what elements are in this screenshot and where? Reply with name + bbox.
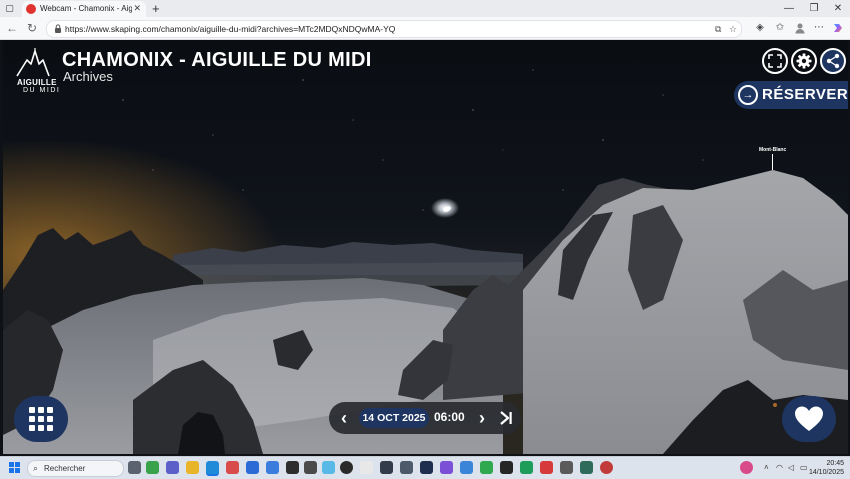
taskbar-search[interactable]: ⌕ Rechercher xyxy=(27,460,124,477)
more-options-icon[interactable]: ⋯ xyxy=(811,20,827,36)
back-arrow-icon[interactable]: ← xyxy=(4,20,20,36)
copilot-icon[interactable] xyxy=(830,20,846,36)
close-window-button[interactable]: ✕ xyxy=(826,0,850,17)
copilot-shield-icon[interactable]: ◈ xyxy=(752,20,768,36)
aiguille-du-midi-logo[interactable]: AIGUILLE DU MIDI xyxy=(13,48,59,94)
address-url: https://www.skaping.com/chamonix/aiguill… xyxy=(65,24,396,34)
app-icon-22[interactable] xyxy=(560,461,573,474)
app-icon-18[interactable] xyxy=(480,461,493,474)
app-icon-12[interactable] xyxy=(360,461,373,474)
browser-title-bar: ▢ Webcam - Chamonix - Aiguille du Midi ✕… xyxy=(0,0,850,17)
photoshop-icon[interactable] xyxy=(420,461,433,474)
taskbar-search-placeholder: Rechercher xyxy=(44,464,86,473)
heart-icon xyxy=(795,406,823,431)
clock-app-icon[interactable] xyxy=(340,461,353,474)
app-icon-10[interactable] xyxy=(322,461,335,474)
show-hidden-icons-chevron-icon[interactable]: ˄ xyxy=(764,461,769,474)
poi-marker-line xyxy=(772,154,773,170)
taskbar-clock-date[interactable]: 14/10/2025 xyxy=(809,468,844,477)
skaping-favicon-icon xyxy=(26,4,36,14)
address-bar[interactable]: https://www.skaping.com/chamonix/aiguill… xyxy=(46,20,742,38)
app-icon-24[interactable] xyxy=(600,461,613,474)
favorites-icon[interactable]: ✩ xyxy=(772,20,788,36)
lock-icon xyxy=(55,24,61,33)
reserve-label: RÉSERVER xyxy=(762,86,848,103)
battery-icon[interactable]: ▭ xyxy=(800,461,808,474)
edge-browser-icon[interactable] xyxy=(206,461,219,476)
app-icon-17[interactable] xyxy=(460,461,473,474)
panorama-image[interactable] xyxy=(3,40,848,454)
app-icon-21[interactable] xyxy=(540,461,553,474)
fullscreen-icon xyxy=(768,54,782,68)
webcam-grid-button[interactable] xyxy=(14,396,68,442)
restore-button[interactable]: ❐ xyxy=(802,0,826,17)
open-in-app-icon[interactable]: ⧉ xyxy=(715,23,721,35)
favorite-star-icon[interactable]: ☆ xyxy=(729,23,737,35)
start-button[interactable] xyxy=(9,462,21,474)
logo-text-line2: DU MIDI xyxy=(23,87,61,94)
gear-icon xyxy=(796,53,812,69)
mountain-logo-icon xyxy=(16,48,50,77)
user-avatar-icon[interactable] xyxy=(740,461,753,474)
grid-icon xyxy=(29,407,53,431)
fullscreen-button[interactable] xyxy=(762,48,788,74)
store-icon[interactable] xyxy=(226,461,239,474)
archive-navigation: ‹ 14 OCT 2025 06:00 › xyxy=(329,402,521,434)
profile-avatar-icon[interactable] xyxy=(792,20,808,36)
settings-button[interactable] xyxy=(791,48,817,74)
sb-app-icon[interactable] xyxy=(304,461,317,474)
next-archive-button[interactable]: › xyxy=(473,406,491,430)
mail-icon[interactable] xyxy=(246,461,259,474)
reserve-button[interactable]: → RÉSERVER xyxy=(734,81,848,109)
search-icon: ⌕ xyxy=(33,463,39,473)
skip-to-latest-icon[interactable] xyxy=(499,409,513,427)
new-tab-button[interactable]: + xyxy=(152,0,160,17)
screenshot-icon[interactable] xyxy=(400,461,413,474)
app-icon-20[interactable] xyxy=(520,461,533,474)
wifi-icon[interactable]: ◠ xyxy=(776,461,783,474)
tab-actions-icon[interactable]: ▢ xyxy=(4,3,15,14)
windows-taskbar: ⌕ Rechercher ˄ ◠ ◁ ▭ 20:45 14/10/2025 xyxy=(0,456,850,479)
volume-icon[interactable]: ◁ xyxy=(788,461,794,474)
app-icon-23[interactable] xyxy=(580,461,593,474)
arrow-right-circle-icon: → xyxy=(738,85,758,105)
tab-title: Webcam - Chamonix - Aiguille du Midi xyxy=(40,4,132,13)
task-view-icon[interactable] xyxy=(128,461,141,474)
favorite-button[interactable] xyxy=(782,396,836,442)
browser-tab-active[interactable]: Webcam - Chamonix - Aiguille du Midi ✕ xyxy=(22,1,146,17)
logo-text-line1: AIGUILLE xyxy=(17,78,57,87)
reload-icon[interactable]: ↻ xyxy=(24,20,40,36)
taskbar-clock-time[interactable]: 20:45 xyxy=(826,459,844,468)
app-icon-13[interactable] xyxy=(380,461,393,474)
teams-icon[interactable] xyxy=(166,461,179,474)
webcam-subtitle: Archives xyxy=(63,69,113,84)
app-icon-16[interactable] xyxy=(440,461,453,474)
poi-label-mont-blanc[interactable]: Mont-Blanc xyxy=(759,147,786,153)
share-button[interactable] xyxy=(820,48,846,74)
file-explorer-icon[interactable] xyxy=(186,461,199,474)
webcam-viewport[interactable]: AIGUILLE DU MIDI CHAMONIX - AIGUILLE DU … xyxy=(3,40,848,454)
app-icon-8[interactable] xyxy=(286,461,299,474)
browser-toolbar: ← ↻ https://www.skaping.com/chamonix/aig… xyxy=(0,17,850,40)
archive-time[interactable]: 06:00 xyxy=(434,410,465,424)
tab-close-icon[interactable]: ✕ xyxy=(133,2,141,15)
share-icon xyxy=(826,53,840,69)
previous-archive-button[interactable]: ‹ xyxy=(335,406,353,430)
terminal-icon[interactable] xyxy=(500,461,513,474)
widgets-icon[interactable] xyxy=(146,461,159,474)
minimize-button[interactable]: — xyxy=(777,0,801,17)
outlook-icon[interactable] xyxy=(266,461,279,474)
archive-date-picker[interactable]: 14 OCT 2025 xyxy=(359,408,429,428)
